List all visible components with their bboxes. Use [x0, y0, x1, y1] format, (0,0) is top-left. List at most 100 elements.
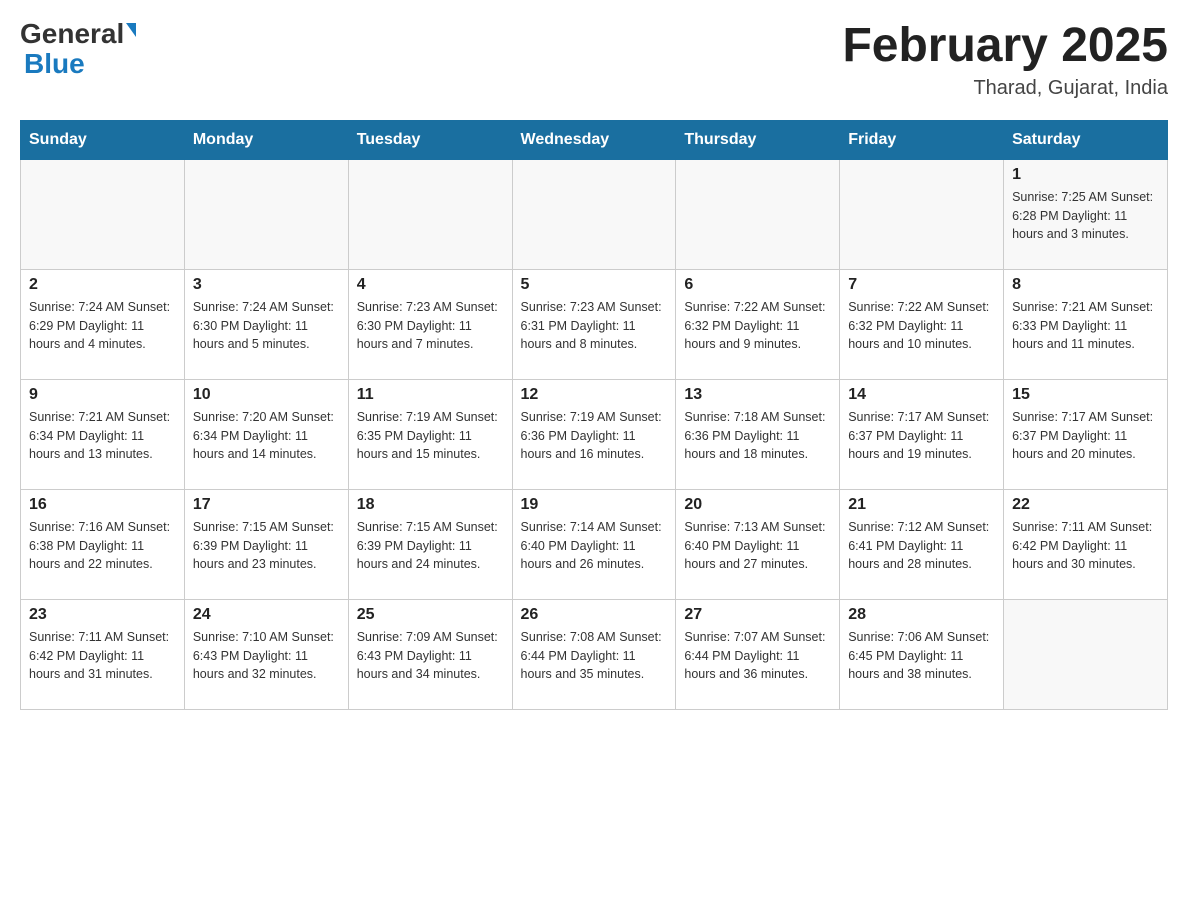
day-number: 23 [29, 606, 176, 624]
day-number: 11 [357, 386, 504, 404]
calendar-cell: 17 Sunrise: 7:15 AM Sunset: 6:39 PM Dayli… [184, 489, 348, 599]
day-number: 15 [1012, 386, 1159, 404]
day-number: 8 [1012, 276, 1159, 294]
col-saturday: Saturday [1004, 120, 1168, 159]
calendar-cell [1004, 599, 1168, 709]
col-sunday: Sunday [21, 120, 185, 159]
day-info: Sunrise: 7:15 AM Sunset: 6:39 PM Dayligh… [193, 518, 340, 574]
logo-triangle-icon [126, 23, 136, 37]
calendar-week-2: 2 Sunrise: 7:24 AM Sunset: 6:29 PM Daylig… [21, 269, 1168, 379]
day-number: 16 [29, 496, 176, 514]
day-number: 21 [848, 496, 995, 514]
day-number: 2 [29, 276, 176, 294]
day-info: Sunrise: 7:22 AM Sunset: 6:32 PM Dayligh… [848, 298, 995, 354]
day-info: Sunrise: 7:24 AM Sunset: 6:29 PM Dayligh… [29, 298, 176, 354]
calendar-cell: 5 Sunrise: 7:23 AM Sunset: 6:31 PM Daylig… [512, 269, 676, 379]
location: Tharad, Gujarat, India [842, 77, 1168, 100]
day-number: 5 [521, 276, 668, 294]
day-number: 13 [684, 386, 831, 404]
calendar-cell: 27 Sunrise: 7:07 AM Sunset: 6:44 PM Dayli… [676, 599, 840, 709]
day-number: 9 [29, 386, 176, 404]
day-info: Sunrise: 7:23 AM Sunset: 6:31 PM Dayligh… [521, 298, 668, 354]
calendar-cell [21, 159, 185, 269]
day-number: 20 [684, 496, 831, 514]
calendar-cell: 9Sunrise: 7:21 AM Sunset: 6:34 PM Daylig… [21, 379, 185, 489]
calendar-week-4: 16 Sunrise: 7:16 AM Sunset: 6:38 PM Dayli… [21, 489, 1168, 599]
day-number: 14 [848, 386, 995, 404]
calendar-cell: 21 Sunrise: 7:12 AM Sunset: 6:41 PM Dayli… [840, 489, 1004, 599]
calendar-cell: 18 Sunrise: 7:15 AM Sunset: 6:39 PM Dayli… [348, 489, 512, 599]
day-info: Sunrise: 7:07 AM Sunset: 6:44 PM Dayligh… [684, 628, 831, 684]
calendar-cell: 3 Sunrise: 7:24 AM Sunset: 6:30 PM Daylig… [184, 269, 348, 379]
month-title: February 2025 [842, 20, 1168, 73]
calendar-cell: 20 Sunrise: 7:13 AM Sunset: 6:40 PM Dayli… [676, 489, 840, 599]
calendar-week-1: 1 Sunrise: 7:25 AM Sunset: 6:28 PM Daylig… [21, 159, 1168, 269]
day-info: Sunrise: 7:25 AM Sunset: 6:28 PM Dayligh… [1012, 188, 1159, 244]
day-info: Sunrise: 7:11 AM Sunset: 6:42 PM Dayligh… [1012, 518, 1159, 574]
day-info: Sunrise: 7:06 AM Sunset: 6:45 PM Dayligh… [848, 628, 995, 684]
col-monday: Monday [184, 120, 348, 159]
day-info: Sunrise: 7:14 AM Sunset: 6:40 PM Dayligh… [521, 518, 668, 574]
day-info: Sunrise: 7:23 AM Sunset: 6:30 PM Dayligh… [357, 298, 504, 354]
day-info: Sunrise: 7:24 AM Sunset: 6:30 PM Dayligh… [193, 298, 340, 354]
calendar-cell: 13 Sunrise: 7:18 AM Sunset: 6:36 PM Dayli… [676, 379, 840, 489]
day-info: Sunrise: 7:17 AM Sunset: 6:37 PM Dayligh… [1012, 408, 1159, 464]
day-info: Sunrise: 7:20 AM Sunset: 6:34 PM Dayligh… [193, 408, 340, 464]
day-number: 1 [1012, 166, 1159, 184]
calendar-cell [512, 159, 676, 269]
day-info: Sunrise: 7:19 AM Sunset: 6:36 PM Dayligh… [521, 408, 668, 464]
day-info: Sunrise: 7:15 AM Sunset: 6:39 PM Dayligh… [357, 518, 504, 574]
calendar-cell: 4 Sunrise: 7:23 AM Sunset: 6:30 PM Daylig… [348, 269, 512, 379]
day-number: 26 [521, 606, 668, 624]
day-number: 10 [193, 386, 340, 404]
calendar-cell: 1 Sunrise: 7:25 AM Sunset: 6:28 PM Daylig… [1004, 159, 1168, 269]
calendar-cell: 14Sunrise: 7:17 AM Sunset: 6:37 PM Dayli… [840, 379, 1004, 489]
calendar-cell: 10 Sunrise: 7:20 AM Sunset: 6:34 PM Dayli… [184, 379, 348, 489]
day-info: Sunrise: 7:16 AM Sunset: 6:38 PM Dayligh… [29, 518, 176, 574]
calendar-cell: 8 Sunrise: 7:21 AM Sunset: 6:33 PM Daylig… [1004, 269, 1168, 379]
day-number: 3 [193, 276, 340, 294]
calendar-cell: 22 Sunrise: 7:11 AM Sunset: 6:42 PM Dayli… [1004, 489, 1168, 599]
calendar-week-5: 23 Sunrise: 7:11 AM Sunset: 6:42 PM Dayli… [21, 599, 1168, 709]
day-info: Sunrise: 7:21 AM Sunset: 6:33 PM Dayligh… [1012, 298, 1159, 354]
calendar-table: Sunday Monday Tuesday Wednesday Thursday… [20, 120, 1168, 710]
day-number: 18 [357, 496, 504, 514]
calendar-cell [184, 159, 348, 269]
logo: General Blue [20, 20, 136, 78]
day-number: 7 [848, 276, 995, 294]
col-wednesday: Wednesday [512, 120, 676, 159]
calendar-cell: 16 Sunrise: 7:16 AM Sunset: 6:38 PM Dayli… [21, 489, 185, 599]
calendar-cell [676, 159, 840, 269]
calendar-cell [348, 159, 512, 269]
day-number: 6 [684, 276, 831, 294]
calendar-cell: 26Sunrise: 7:08 AM Sunset: 6:44 PM Dayli… [512, 599, 676, 709]
title-block: February 2025 Tharad, Gujarat, India [842, 20, 1168, 100]
day-number: 4 [357, 276, 504, 294]
col-thursday: Thursday [676, 120, 840, 159]
calendar-cell: 6Sunrise: 7:22 AM Sunset: 6:32 PM Daylig… [676, 269, 840, 379]
day-number: 22 [1012, 496, 1159, 514]
calendar-cell: 12 Sunrise: 7:19 AM Sunset: 6:36 PM Dayli… [512, 379, 676, 489]
calendar-cell [840, 159, 1004, 269]
day-info: Sunrise: 7:12 AM Sunset: 6:41 PM Dayligh… [848, 518, 995, 574]
logo-general-text: General [20, 20, 124, 48]
day-number: 27 [684, 606, 831, 624]
day-number: 17 [193, 496, 340, 514]
calendar-header-row: Sunday Monday Tuesday Wednesday Thursday… [21, 120, 1168, 159]
calendar-week-3: 9Sunrise: 7:21 AM Sunset: 6:34 PM Daylig… [21, 379, 1168, 489]
logo-blue-text: Blue [24, 50, 85, 78]
day-info: Sunrise: 7:11 AM Sunset: 6:42 PM Dayligh… [29, 628, 176, 684]
calendar-cell: 19 Sunrise: 7:14 AM Sunset: 6:40 PM Dayli… [512, 489, 676, 599]
day-info: Sunrise: 7:19 AM Sunset: 6:35 PM Dayligh… [357, 408, 504, 464]
calendar-cell: 25Sunrise: 7:09 AM Sunset: 6:43 PM Dayli… [348, 599, 512, 709]
calendar-cell: 11 Sunrise: 7:19 AM Sunset: 6:35 PM Dayli… [348, 379, 512, 489]
calendar-cell: 24 Sunrise: 7:10 AM Sunset: 6:43 PM Dayli… [184, 599, 348, 709]
day-number: 28 [848, 606, 995, 624]
calendar-cell: 23 Sunrise: 7:11 AM Sunset: 6:42 PM Dayli… [21, 599, 185, 709]
day-info: Sunrise: 7:10 AM Sunset: 6:43 PM Dayligh… [193, 628, 340, 684]
day-info: Sunrise: 7:13 AM Sunset: 6:40 PM Dayligh… [684, 518, 831, 574]
day-number: 19 [521, 496, 668, 514]
day-number: 24 [193, 606, 340, 624]
day-info: Sunrise: 7:18 AM Sunset: 6:36 PM Dayligh… [684, 408, 831, 464]
day-number: 12 [521, 386, 668, 404]
